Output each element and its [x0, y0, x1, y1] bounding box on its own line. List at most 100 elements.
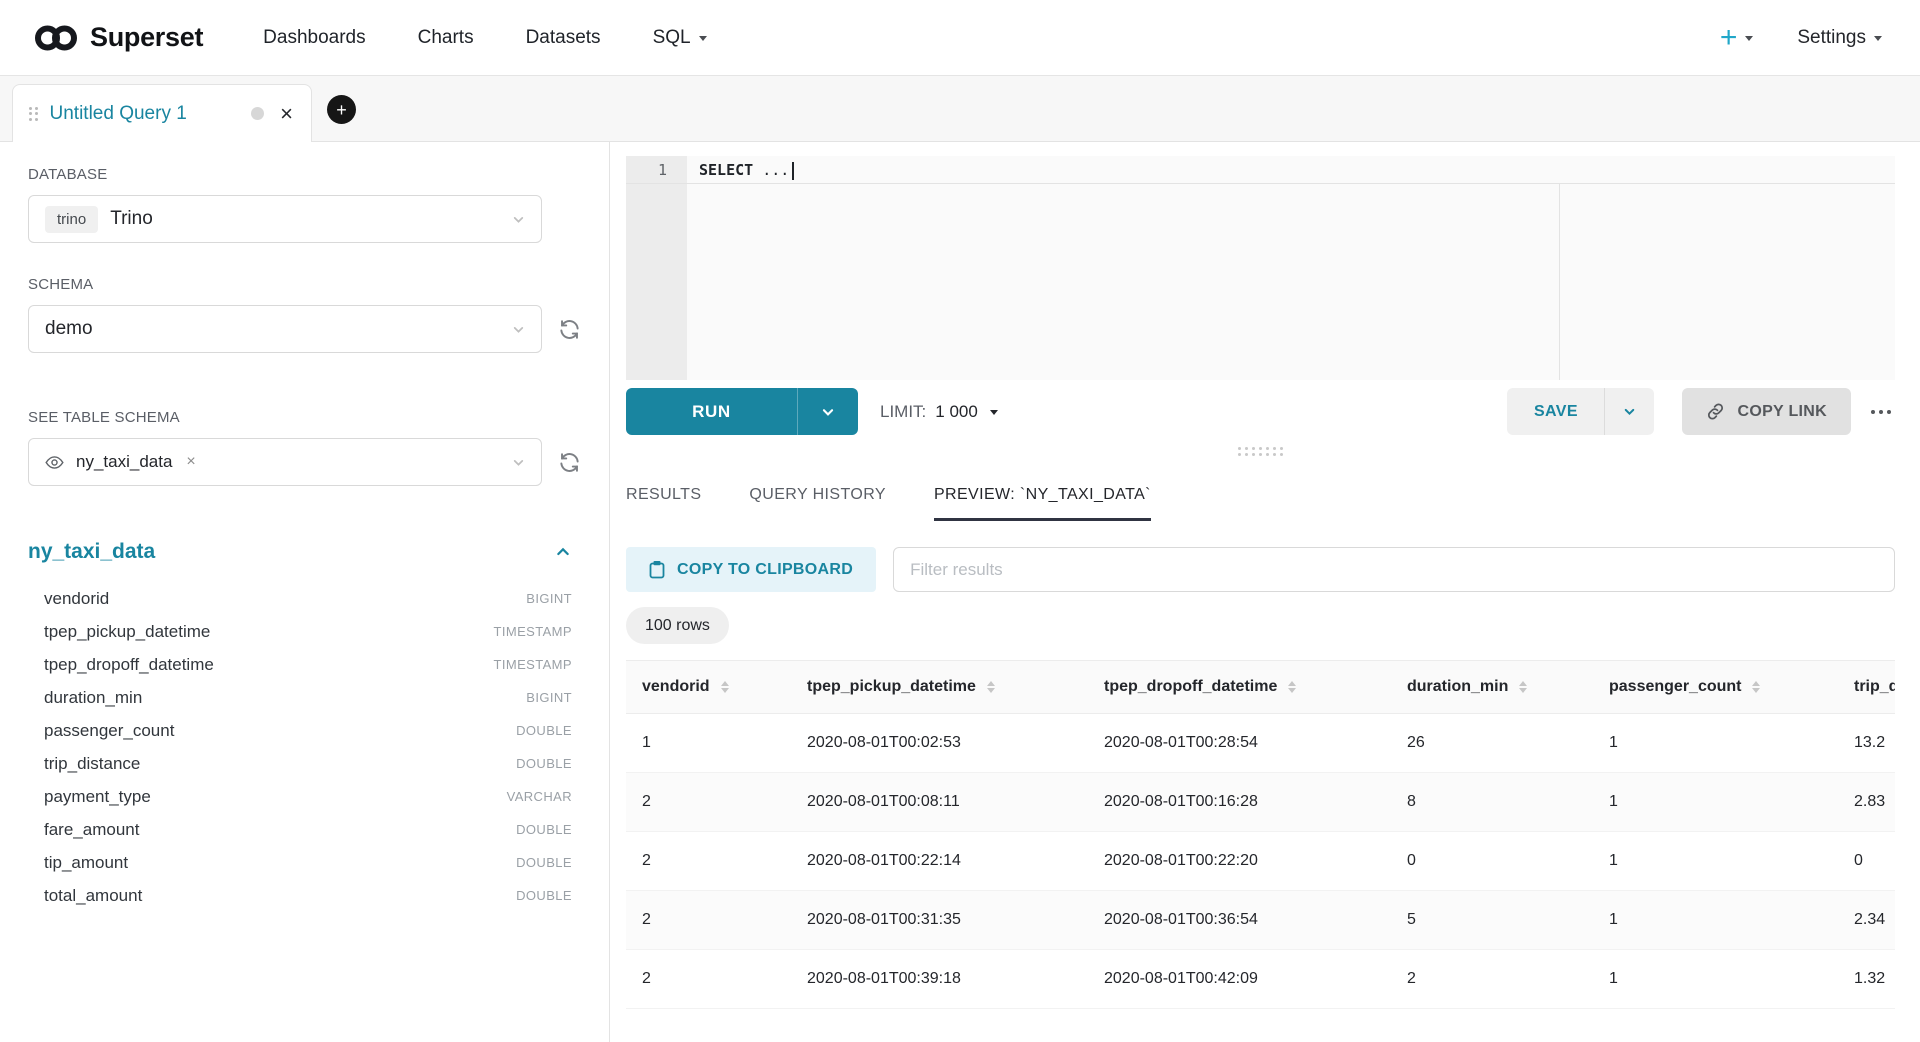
- settings-menu[interactable]: Settings: [1797, 27, 1882, 49]
- active-line-border: [626, 183, 1895, 184]
- copy-link-button[interactable]: COPY LINK: [1682, 388, 1851, 435]
- chevron-down-icon: [512, 323, 525, 336]
- superset-logo[interactable]: Superset: [33, 22, 203, 53]
- text-cursor: [792, 162, 794, 180]
- new-item-menu[interactable]: +: [1720, 23, 1754, 53]
- save-button[interactable]: SAVE: [1507, 388, 1604, 435]
- nav-charts[interactable]: Charts: [418, 27, 474, 49]
- schema-select[interactable]: demo: [28, 305, 542, 353]
- top-navbar: Superset Dashboards Charts Datasets SQL …: [0, 0, 1920, 76]
- cell: 0: [1391, 832, 1593, 891]
- column-item: vendorid BIGINT: [28, 582, 581, 615]
- ellipsis-icon: [1871, 410, 1875, 414]
- column-item: tpep_dropoff_datetime TIMESTAMP: [28, 648, 581, 681]
- nav-datasets[interactable]: Datasets: [526, 27, 601, 49]
- collapse-panel-button[interactable]: [555, 544, 571, 560]
- column-name: tip_amount: [44, 853, 128, 873]
- code-area[interactable]: SELECT...: [687, 156, 1895, 380]
- close-icon[interactable]: ×: [280, 103, 293, 125]
- cell: 2: [626, 950, 791, 1009]
- nav-sql-label: SQL: [653, 27, 691, 49]
- run-options-button[interactable]: [797, 388, 858, 435]
- plus-icon: +: [336, 101, 347, 119]
- cell: 2020-08-01T00:08:11: [791, 773, 1088, 832]
- cell: 26: [1391, 714, 1593, 773]
- tab-preview[interactable]: PREVIEW: `NY_TAXI_DATA`: [934, 471, 1151, 521]
- cell: 2020-08-01T00:16:28: [1088, 773, 1391, 832]
- cell: 2.34: [1838, 891, 1895, 950]
- database-row: trino Trino: [28, 195, 581, 243]
- cell: 2: [626, 832, 791, 891]
- chevron-down-icon: [990, 410, 998, 415]
- column-type: BIGINT: [526, 690, 572, 705]
- nav-sql[interactable]: SQL: [653, 27, 707, 49]
- column-header-trip-distance[interactable]: trip_distance: [1838, 661, 1895, 714]
- tab-results[interactable]: RESULTS: [626, 471, 701, 521]
- infinity-logo-icon: [33, 23, 79, 53]
- column-item: tpep_pickup_datetime TIMESTAMP: [28, 615, 581, 648]
- limit-dropdown[interactable]: LIMIT: 1 000: [880, 402, 998, 422]
- column-header-pickup[interactable]: tpep_pickup_datetime: [791, 661, 1088, 714]
- column-name: total_amount: [44, 886, 142, 906]
- database-select[interactable]: trino Trino: [28, 195, 542, 243]
- column-type: TIMESTAMP: [494, 657, 572, 672]
- sql-editor[interactable]: 1 SELECT...: [626, 156, 1895, 380]
- cell: 1.32: [1838, 950, 1895, 1009]
- database-label: DATABASE: [28, 166, 581, 183]
- tab-query-history[interactable]: QUERY HISTORY: [749, 471, 886, 521]
- save-button-group: SAVE: [1507, 388, 1654, 435]
- more-options-button[interactable]: [1867, 402, 1895, 422]
- cell: 2: [1391, 950, 1593, 1009]
- table-value: ny_taxi_data: [76, 452, 172, 472]
- print-margin-line: [1559, 183, 1560, 380]
- remove-table-icon[interactable]: ×: [186, 454, 195, 470]
- filter-results-input[interactable]: [893, 547, 1895, 592]
- pane-resize-handle[interactable]: [626, 443, 1895, 459]
- run-button-group: RUN: [626, 388, 858, 435]
- column-type: DOUBLE: [516, 723, 572, 738]
- table-row: 2 2020-08-01T00:39:18 2020-08-01T00:42:0…: [626, 950, 1895, 1009]
- cell: 2: [626, 773, 791, 832]
- chevron-up-icon: [555, 544, 571, 560]
- refresh-icon: [558, 451, 581, 474]
- table-select[interactable]: ny_taxi_data ×: [28, 438, 542, 486]
- brand-name: Superset: [90, 22, 203, 53]
- table-row-select: ny_taxi_data ×: [28, 438, 581, 486]
- column-item: trip_distance DOUBLE: [28, 747, 581, 780]
- chevron-down-icon: [1874, 36, 1882, 41]
- column-header-vendorid[interactable]: vendorid: [626, 661, 791, 714]
- ellipsis-icon: [1879, 410, 1883, 414]
- column-header-passenger-count[interactable]: passenger_count: [1593, 661, 1838, 714]
- cell: 2020-08-01T00:28:54: [1088, 714, 1391, 773]
- run-button[interactable]: RUN: [626, 388, 797, 435]
- column-type: TIMESTAMP: [494, 624, 572, 639]
- refresh-schemas-button[interactable]: [558, 318, 581, 341]
- drag-handle-icon[interactable]: [29, 107, 38, 121]
- cell: 2020-08-01T00:31:35: [791, 891, 1088, 950]
- column-header-duration[interactable]: duration_min: [1391, 661, 1593, 714]
- query-tab[interactable]: Untitled Query 1 ×: [12, 84, 312, 142]
- cell: 2020-08-01T00:39:18: [791, 950, 1088, 1009]
- cell: 2020-08-01T00:22:20: [1088, 832, 1391, 891]
- add-tab-button[interactable]: +: [327, 95, 356, 124]
- limit-value: 1 000: [935, 402, 978, 422]
- column-name: tpep_dropoff_datetime: [44, 655, 214, 675]
- cell: 2020-08-01T00:22:14: [791, 832, 1088, 891]
- clipboard-icon: [649, 560, 665, 579]
- column-header-dropoff[interactable]: tpep_dropoff_datetime: [1088, 661, 1391, 714]
- query-tab-strip: Untitled Query 1 × +: [0, 76, 1920, 142]
- column-type: DOUBLE: [516, 822, 572, 837]
- link-icon: [1706, 402, 1725, 421]
- results-tabs: RESULTS QUERY HISTORY PREVIEW: `NY_TAXI_…: [626, 471, 1895, 521]
- copy-to-clipboard-button[interactable]: COPY TO CLIPBOARD: [626, 547, 876, 592]
- settings-label: Settings: [1797, 27, 1866, 49]
- chevron-down-icon: [1745, 36, 1753, 41]
- refresh-tables-button[interactable]: [558, 451, 581, 474]
- cell: 5: [1391, 891, 1593, 950]
- column-item: duration_min BIGINT: [28, 681, 581, 714]
- column-item: tip_amount DOUBLE: [28, 846, 581, 879]
- save-options-button[interactable]: [1604, 388, 1654, 435]
- column-name: tpep_pickup_datetime: [44, 622, 210, 642]
- copy-link-label: COPY LINK: [1737, 403, 1827, 421]
- nav-dashboards[interactable]: Dashboards: [263, 27, 365, 49]
